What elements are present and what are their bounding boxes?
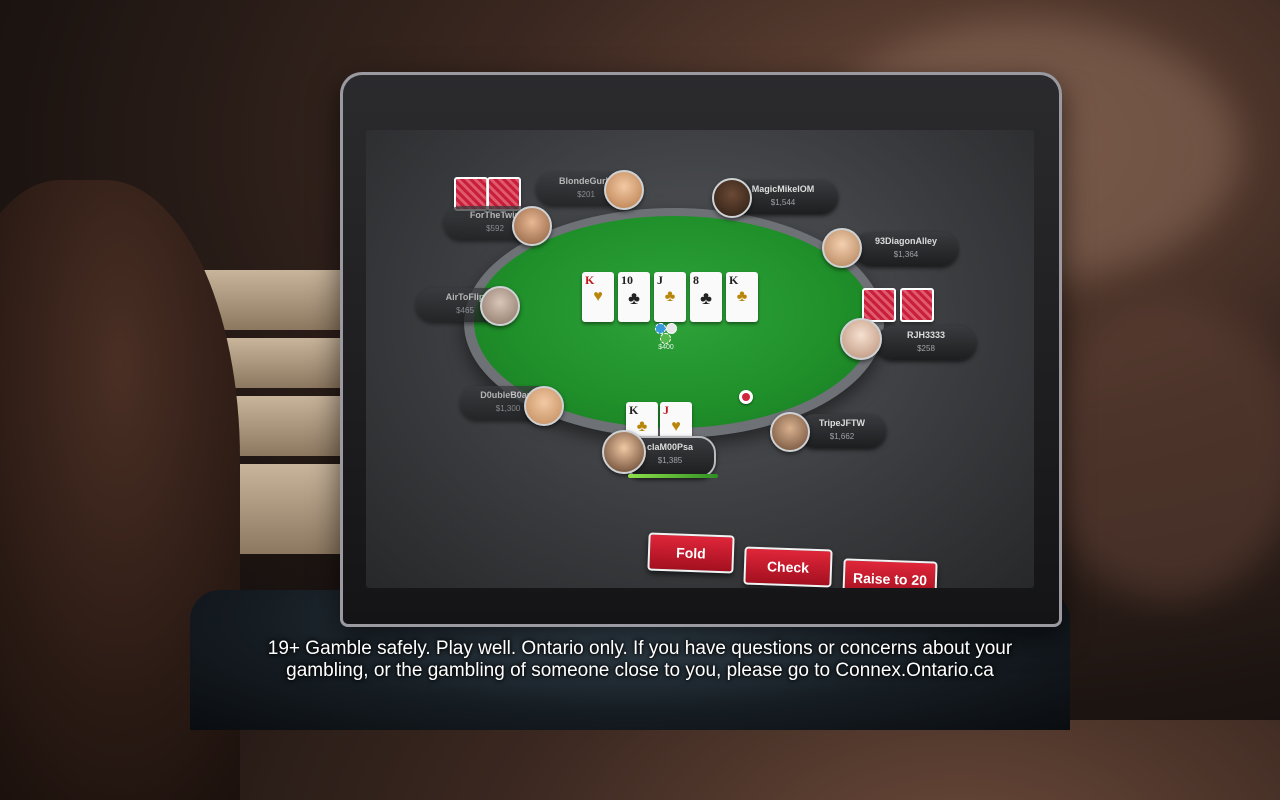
- laptop: K ♥ 10 ♣ J ♣ 8 ♣ K ♣ $400 K ♣ J ♥ BlondeGurly $201 M…: [340, 72, 1062, 632]
- card-rank: K: [585, 273, 595, 287]
- player-avatar: [524, 386, 564, 426]
- background-blur: [1040, 300, 1280, 600]
- player-name: 93DiagonAlley: [874, 236, 938, 246]
- player-avatar: [604, 170, 644, 210]
- fold-button[interactable]: Fold: [647, 532, 735, 574]
- card-suit-icon: ♣: [664, 288, 676, 305]
- player-avatar: [770, 412, 810, 452]
- card-rank: 8: [693, 273, 699, 287]
- community-card: K ♥: [582, 272, 614, 322]
- check-button[interactable]: Check: [743, 546, 833, 588]
- raise-button[interactable]: Raise to 20: [842, 558, 938, 588]
- community-card: J ♣: [654, 272, 686, 322]
- community-card: 10 ♣: [618, 272, 650, 322]
- hero-avatar: [602, 430, 646, 474]
- card-suit-icon: ♣: [736, 288, 748, 305]
- player-seat: 93DiagonAlley $1,364: [854, 232, 958, 266]
- community-card: 8 ♣: [690, 272, 722, 322]
- player-avatar: [480, 286, 520, 326]
- community-card: K ♣: [726, 272, 758, 322]
- card-suit-icon: ♥: [593, 288, 603, 305]
- player-avatar: [822, 228, 862, 268]
- card-back: [900, 288, 934, 322]
- player-avatar: [840, 318, 882, 360]
- disclaimer-line-2: gambling, or the gambling of someone clo…: [286, 660, 994, 681]
- card-rank: K: [729, 273, 739, 287]
- player-stack: $1,662: [829, 432, 855, 441]
- dealer-button: [739, 390, 753, 404]
- poker-game-screen: K ♥ 10 ♣ J ♣ 8 ♣ K ♣ $400 K ♣ J ♥ BlondeGurly $201 M…: [366, 130, 1034, 588]
- turn-timer-bar: [628, 474, 718, 478]
- player-seat: TripeJFTW $1,662: [798, 414, 886, 448]
- player-stack: $258: [917, 344, 935, 353]
- player-seat: RJH3333 $258: [876, 326, 976, 360]
- player-name: TripeJFTW: [818, 418, 865, 428]
- card-suit-icon: ♣: [700, 288, 712, 308]
- card-back: [862, 288, 896, 322]
- player-avatar: [712, 178, 752, 218]
- card-suit-icon: ♥: [671, 418, 681, 435]
- card-rank: J: [663, 403, 669, 417]
- pot-amount: $400: [658, 344, 674, 351]
- card-rank: 10: [621, 273, 633, 287]
- player-name: RJH3333: [906, 330, 946, 340]
- player-avatar: [512, 206, 552, 246]
- card-rank: K: [629, 403, 639, 417]
- pot-chips: [655, 323, 679, 345]
- disclaimer-line-1: 19+ Gamble safely. Play well. Ontario on…: [267, 638, 1013, 659]
- card-rank: J: [657, 273, 663, 287]
- player-stack: $1,364: [893, 250, 919, 259]
- responsible-gambling-disclaimer: 19+ Gamble safely. Play well. Ontario on…: [0, 638, 1280, 682]
- card-suit-icon: ♣: [628, 288, 640, 308]
